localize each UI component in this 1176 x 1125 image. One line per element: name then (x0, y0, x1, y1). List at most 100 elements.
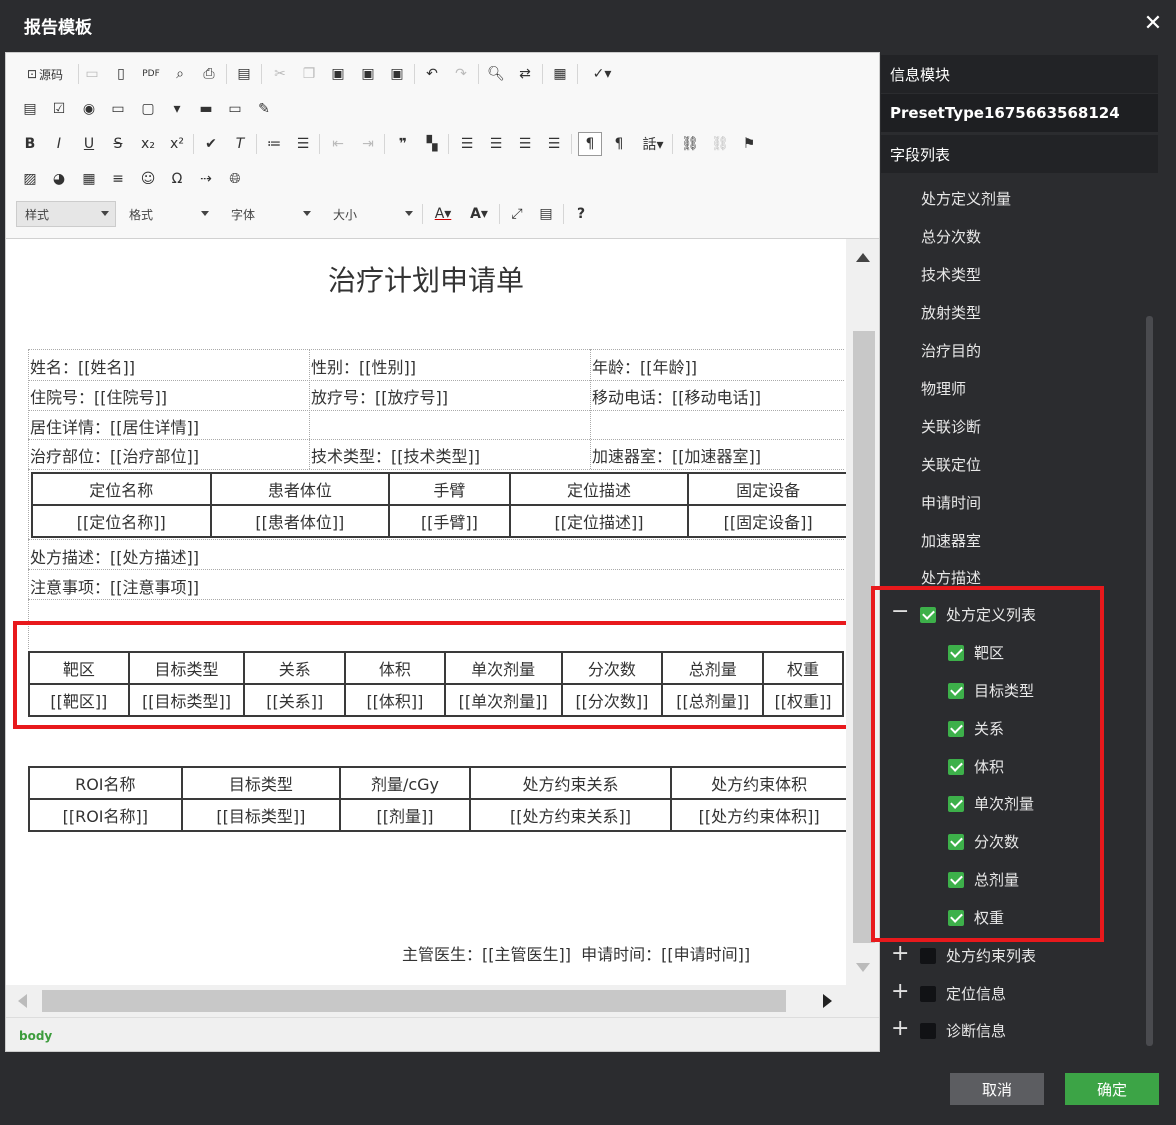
link-icon[interactable]: ⛓ (678, 132, 702, 156)
scroll-left-icon[interactable] (18, 994, 27, 1008)
field-item[interactable]: 放射类型 (921, 302, 981, 323)
outdent-icon[interactable]: ⇤ (326, 132, 350, 156)
help-icon[interactable]: ? (569, 202, 593, 226)
select-field-icon[interactable]: ▾ (165, 97, 189, 121)
align-center-icon[interactable]: ☰ (484, 132, 508, 156)
rtl-icon[interactable]: ¶ (607, 132, 631, 156)
spellcheck-icon[interactable]: ✓▾ (584, 62, 620, 86)
tree-group[interactable]: 诊断信息 (920, 1020, 1006, 1041)
text-color-icon[interactable]: A▾ (428, 202, 458, 226)
field-item[interactable]: 关联定位 (921, 454, 981, 475)
field-item[interactable]: 总分次数 (921, 226, 981, 247)
numbered-list-icon[interactable]: ≔ (262, 132, 286, 156)
bg-color-icon[interactable]: A▾ (464, 202, 494, 226)
show-blocks-icon[interactable]: ▤ (534, 202, 558, 226)
superscript-icon[interactable]: x² (165, 132, 189, 156)
language-icon[interactable]: 話▾ (636, 132, 670, 156)
field-item[interactable]: 治疗目的 (921, 340, 981, 361)
tree-group[interactable]: 处方约束列表 (920, 945, 1036, 966)
bold-icon[interactable]: B (18, 132, 42, 156)
expand-icon[interactable]: + (891, 943, 909, 965)
preset-type[interactable]: PresetType1675663568124 (881, 94, 1158, 132)
remove-format-icon[interactable]: T (228, 132, 252, 156)
maximize-icon[interactable]: ⤢ (505, 202, 529, 226)
pdf-icon[interactable]: PDF (139, 62, 163, 86)
print-icon[interactable]: ⎙ (197, 62, 221, 86)
cut-icon[interactable]: ✂ (268, 62, 292, 86)
expand-icon[interactable]: + (891, 981, 909, 1003)
radio-icon[interactable]: ◉ (77, 97, 101, 121)
copy-format-icon[interactable]: ✔ (199, 132, 223, 156)
italic-icon[interactable]: I (47, 132, 71, 156)
size-combo[interactable]: 大小 (324, 201, 420, 227)
field-item[interactable]: 加速器室 (921, 530, 981, 551)
special-char-icon[interactable]: Ω (165, 167, 189, 191)
find-icon[interactable]: 🔍︎ (484, 62, 508, 86)
checkbox-icon[interactable]: ☑ (47, 97, 71, 121)
templates-icon[interactable]: ▤ (232, 62, 256, 86)
new-page-icon[interactable]: ▯ (109, 62, 133, 86)
textarea-icon[interactable]: ▢ (136, 97, 160, 121)
checkbox-unchecked-icon[interactable] (920, 985, 936, 1002)
underline-icon[interactable]: U (77, 132, 101, 156)
strike-icon[interactable]: S (106, 132, 130, 156)
document-canvas[interactable]: 治疗计划申请单 姓名：[[姓名]] 性别：[[性别]] 年龄：[[年龄]] 住院… (6, 239, 846, 985)
checkbox-unchecked-icon[interactable] (920, 947, 936, 964)
element-path[interactable]: body (19, 1029, 52, 1043)
expand-icon[interactable]: + (891, 1018, 909, 1040)
source-button[interactable]: ⊡ 源码 (20, 62, 70, 86)
smiley-icon[interactable]: ☺ (136, 167, 160, 191)
paste-word-icon[interactable]: ▣ (385, 62, 409, 86)
replace-icon[interactable]: ⇄ (513, 62, 537, 86)
font-combo[interactable]: 字体 (222, 201, 318, 227)
blockquote-icon[interactable]: ❞ (391, 132, 415, 156)
paste-text-icon[interactable]: ▣ (356, 62, 380, 86)
hidden-field-icon[interactable]: ✎ (252, 97, 276, 121)
justify-icon[interactable]: ☰ (542, 132, 566, 156)
redo-icon[interactable]: ↷ (449, 62, 473, 86)
subscript-icon[interactable]: x₂ (136, 132, 160, 156)
flash-icon[interactable]: ◕ (47, 167, 71, 191)
preview-icon[interactable]: ⌕ (168, 62, 192, 86)
undo-icon[interactable]: ↶ (420, 62, 444, 86)
ltr-icon[interactable]: ¶ (578, 132, 602, 156)
horizontal-line-icon[interactable]: ≡ (106, 167, 130, 191)
align-right-icon[interactable]: ☰ (513, 132, 537, 156)
paste-icon[interactable]: ▣ (326, 62, 350, 86)
close-icon[interactable]: ✕ (1140, 10, 1166, 38)
select-all-icon[interactable]: ▦ (548, 62, 572, 86)
horizontal-scroll-thumb[interactable] (42, 990, 786, 1012)
image-icon[interactable]: ▨ (18, 167, 42, 191)
format-combo[interactable]: 格式 (120, 201, 216, 227)
field-item[interactable]: 物理师 (921, 378, 966, 399)
field-item[interactable]: 处方描述 (921, 567, 981, 588)
bulleted-list-icon[interactable]: ☰ (291, 132, 315, 156)
textfield-icon[interactable]: ▭ (106, 97, 130, 121)
align-left-icon[interactable]: ☰ (455, 132, 479, 156)
scroll-down-icon[interactable] (856, 963, 870, 972)
table-icon[interactable]: ▦ (77, 167, 101, 191)
field-item[interactable]: 申请时间 (921, 492, 981, 513)
copy-icon[interactable]: ❐ (297, 62, 321, 86)
panel-scrollbar[interactable] (1146, 316, 1153, 1046)
iframe-icon[interactable]: 🌐︎ (223, 167, 247, 191)
form-icon[interactable]: ▤ (18, 97, 42, 121)
image-button-icon[interactable]: ▭ (223, 97, 247, 121)
unlink-icon[interactable]: ⛓ (708, 132, 732, 156)
field-item[interactable]: 关联诊断 (921, 416, 981, 437)
checkbox-unchecked-icon[interactable] (920, 1022, 936, 1039)
button-field-icon[interactable]: ▬ (194, 97, 218, 121)
cancel-button[interactable]: 取消 (950, 1073, 1044, 1105)
tree-group[interactable]: 定位信息 (920, 983, 1006, 1004)
style-combo[interactable]: 样式 (16, 201, 116, 227)
scroll-up-icon[interactable] (856, 253, 870, 262)
page-break-icon[interactable]: ⇢ (194, 167, 218, 191)
save-icon[interactable]: ▭ (80, 62, 104, 86)
anchor-flag-icon[interactable]: ⚑ (737, 132, 761, 156)
ok-button[interactable]: 确定 (1065, 1073, 1159, 1105)
field-item[interactable]: 处方定义剂量 (921, 188, 1011, 209)
indent-icon[interactable]: ⇥ (356, 132, 380, 156)
horizontal-scrollbar[interactable] (6, 985, 846, 1017)
div-container-icon[interactable]: ▚ (420, 132, 444, 156)
scroll-right-icon[interactable] (823, 994, 832, 1008)
